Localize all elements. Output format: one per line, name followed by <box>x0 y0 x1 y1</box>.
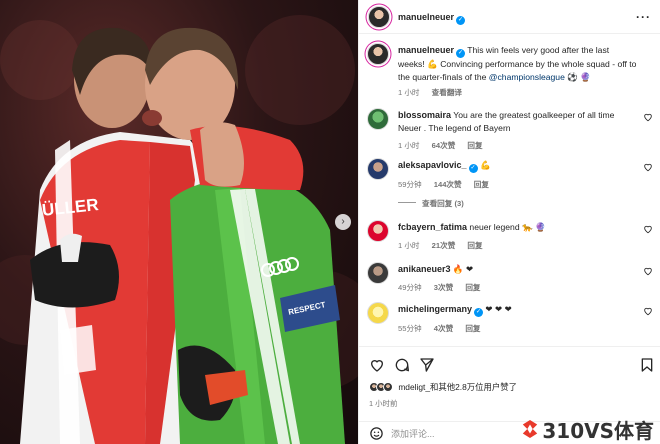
verified-icon: ✓ <box>456 16 466 25</box>
avatar[interactable] <box>367 302 389 324</box>
reply-button[interactable]: 回复 <box>465 324 480 333</box>
comment-time: 1 小时 <box>398 141 420 150</box>
comment-likes[interactable]: 64次赞 <box>432 141 456 150</box>
post-photo: ÜLLER RESPECT › <box>0 0 358 444</box>
comment-username[interactable]: aleksapavlovic_ <box>398 160 467 170</box>
heart-icon[interactable] <box>643 112 653 122</box>
comment-username[interactable]: michelingermany <box>398 304 472 314</box>
heart-icon[interactable] <box>643 224 653 234</box>
caption-time: 1 小时 <box>398 88 420 97</box>
avatar[interactable] <box>368 6 390 28</box>
caption-mention-link[interactable]: @championsleague <box>489 72 565 82</box>
watermark-text: 310VS体育 <box>542 418 654 443</box>
avatar[interactable] <box>367 108 389 130</box>
comment-username[interactable]: blossomaira <box>398 110 451 120</box>
comment-time: 55分钟 <box>398 324 422 333</box>
likes-summary[interactable]: mdeligt_和其他2.8万位用户赞了 <box>369 381 517 395</box>
translate-link[interactable]: 查看翻译 <box>432 88 462 97</box>
comment-text: neuer legend 🐆 🔮 <box>469 222 546 232</box>
watermark-logo-icon <box>523 420 538 438</box>
comment-likes[interactable]: 21次赞 <box>432 241 456 250</box>
comment-likes[interactable]: 3次赞 <box>434 283 453 292</box>
chevron-right-icon[interactable]: › <box>335 214 351 230</box>
emoji-icon[interactable] <box>369 426 384 441</box>
likes-text[interactable]: mdeligt_和其他2.8万位用户赞了 <box>398 382 517 392</box>
avatar[interactable] <box>367 262 389 284</box>
reply-button[interactable]: 回复 <box>467 141 482 150</box>
post-header: manuelneuer ✓ ··· <box>359 0 660 34</box>
share-icon[interactable] <box>419 357 435 373</box>
heart-icon[interactable] <box>369 357 385 373</box>
comment-time: 59分钟 <box>398 180 422 189</box>
watermark: 310VS体育 <box>521 417 654 443</box>
verified-icon: ✓ <box>468 164 478 173</box>
reply-button[interactable]: 回复 <box>467 241 482 250</box>
comment-likes[interactable]: 144次赞 <box>434 180 462 189</box>
caption-username[interactable]: manuelneuer <box>398 45 454 55</box>
comment-text: 💪 <box>479 160 491 170</box>
comment-username[interactable]: anikaneuer3 <box>398 264 451 274</box>
post-timestamp: 1 小时前 <box>369 399 398 408</box>
header-username[interactable]: manuelneuer <box>398 12 454 22</box>
view-replies-button[interactable]: 查看回复 (3) <box>398 198 464 209</box>
verified-icon: ✓ <box>456 49 466 58</box>
post-photo-illustration <box>0 15 358 444</box>
avatar <box>383 382 393 392</box>
comment-text: ❤ ❤ ❤ <box>485 304 512 314</box>
heart-icon[interactable] <box>643 266 653 276</box>
heart-icon[interactable] <box>643 306 653 316</box>
comment-text: 🔥 ❤ <box>452 264 474 274</box>
post-panel: manuelneuer ✓ ··· manuelneuer ✓ This win f… <box>358 0 660 444</box>
comment-time: 1 小时 <box>398 240 420 250</box>
comment-username[interactable]: fcbayern_fatima <box>398 222 467 232</box>
reply-button[interactable]: 回复 <box>474 180 489 189</box>
heart-icon[interactable] <box>643 162 653 172</box>
caption-emoji: ⚽ 🔮 <box>567 71 592 82</box>
comment-time: 49分钟 <box>398 282 422 292</box>
reply-button[interactable]: 回复 <box>465 283 480 292</box>
avatar[interactable] <box>367 158 389 180</box>
more-horizontal-icon[interactable]: ··· <box>636 10 651 24</box>
comment-icon[interactable] <box>394 357 410 373</box>
verified-icon: ✓ <box>474 308 484 317</box>
comments-list: manuelneuer ✓ This win feels very good af… <box>359 34 660 346</box>
header-user: manuelneuer ✓ <box>398 12 466 25</box>
comment-input[interactable] <box>391 426 521 442</box>
comment-likes[interactable]: 4次赞 <box>434 324 453 333</box>
bookmark-icon[interactable] <box>639 357 655 373</box>
avatar[interactable] <box>367 43 389 65</box>
avatar[interactable] <box>367 220 389 242</box>
